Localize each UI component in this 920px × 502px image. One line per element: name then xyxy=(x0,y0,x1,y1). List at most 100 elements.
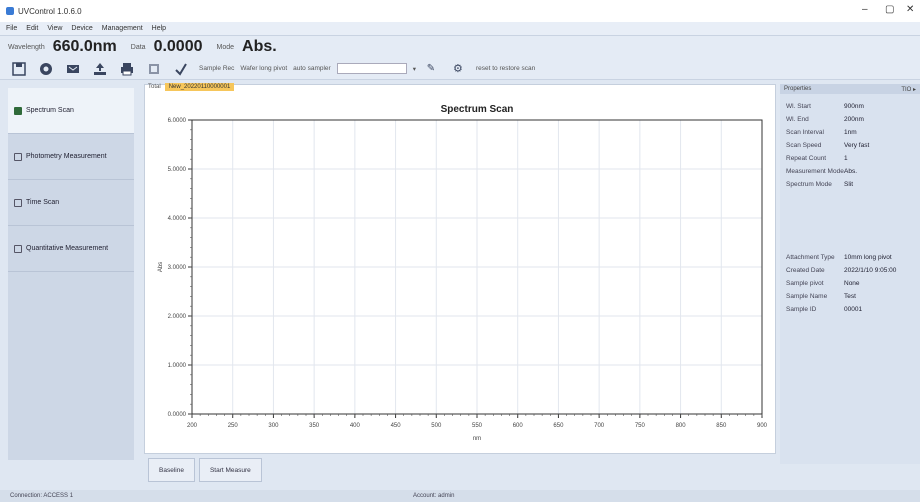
property-row: Sample Name Test xyxy=(780,290,920,303)
spectrum-icon xyxy=(14,106,22,115)
sample-select[interactable] xyxy=(336,63,407,74)
y-tick-label: 4.0000 xyxy=(168,216,187,222)
minimize-icon[interactable]: – xyxy=(862,4,868,15)
property-row: Sample pivot None xyxy=(780,277,920,290)
x-tick-label: 250 xyxy=(228,423,239,429)
sidebar: Spectrum Scan Photometry Measurement Tim… xyxy=(8,88,134,460)
sidebar-item-label: Quantitative Measurement xyxy=(26,245,109,252)
x-tick-label: 500 xyxy=(431,423,442,429)
check-icon[interactable] xyxy=(172,61,190,77)
property-key: Sample pivot xyxy=(786,280,824,287)
x-tick-label: 350 xyxy=(309,423,320,429)
sidebar-item-photometry[interactable]: Photometry Measurement xyxy=(8,134,134,180)
y-tick-label: 0.0000 xyxy=(168,412,187,418)
x-tick-label: 700 xyxy=(594,423,605,429)
gear-icon[interactable]: ⚙ xyxy=(449,61,467,77)
property-row: Spectrum Mode Slit xyxy=(780,178,920,191)
property-key: Scan Interval xyxy=(786,129,824,136)
x-axis-label: nm xyxy=(473,436,481,442)
property-value: Abs. xyxy=(844,168,858,175)
sidebar-item-spectrum-scan[interactable]: Spectrum Scan xyxy=(8,88,134,134)
y-axis-label: Abs xyxy=(158,262,164,272)
property-key: Spectrum Mode xyxy=(786,181,832,188)
start-measure-button[interactable]: Start Measure xyxy=(198,458,262,482)
property-row: Scan Interval 1nm xyxy=(780,126,920,139)
extra-label: Wafer long pivot xyxy=(240,65,288,72)
menu-help[interactable]: Help xyxy=(152,25,166,32)
status-bar: Connection: ACCESS 1 Account: admin xyxy=(0,490,920,502)
property-key: Sample Name xyxy=(786,293,828,300)
menu-device[interactable]: Device xyxy=(71,25,92,32)
property-key: Measurement Mode xyxy=(786,168,844,175)
title-bar: UVControl 1.0.6.0 xyxy=(0,0,920,22)
maximize-icon[interactable]: ▢ xyxy=(885,4,894,15)
upload-icon[interactable] xyxy=(91,61,109,77)
property-value: Slit xyxy=(844,181,854,188)
x-tick-label: 400 xyxy=(350,423,361,429)
x-tick-label: 900 xyxy=(757,423,768,429)
menu-view[interactable]: View xyxy=(47,25,62,32)
property-row: Attachment Type 10mm long pivot xyxy=(780,251,920,264)
properties-list: Wl. Start 900nm Wl. End 200nm Scan Interval 1… xyxy=(780,100,920,191)
sidebar-item-label: Photometry Measurement xyxy=(26,153,107,160)
export-icon[interactable] xyxy=(64,61,82,77)
x-tick-label: 650 xyxy=(553,423,564,429)
property-key: Scan Speed xyxy=(786,142,822,149)
app-icon xyxy=(6,7,14,15)
sample-label: Sample Rec xyxy=(199,65,235,72)
y-tick-label: 3.0000 xyxy=(168,265,187,271)
chart-title: Spectrum Scan xyxy=(441,104,514,115)
data-value: 0.0000 xyxy=(153,38,203,55)
x-tick-label: 300 xyxy=(268,423,279,429)
print-icon[interactable] xyxy=(118,61,136,77)
properties-title: Properties xyxy=(784,86,812,92)
property-value: 1nm xyxy=(844,129,857,136)
record-icon[interactable] xyxy=(37,61,55,77)
action-buttons: Baseline Start Measure xyxy=(148,458,266,482)
sidebar-item-label: Time Scan xyxy=(26,199,60,206)
readout-bar: Wavelength 660.0nm Data 0.0000 Mode Abs. xyxy=(0,36,920,58)
properties-header-right[interactable]: TIO ▸ xyxy=(901,86,916,93)
settings-icon[interactable] xyxy=(145,61,163,77)
dropdown-arrow-icon[interactable]: ▾ xyxy=(413,65,416,73)
close-icon[interactable]: ✕ xyxy=(906,4,914,15)
property-row: Measurement Mode Abs. xyxy=(780,165,920,178)
wavelength-label: Wavelength xyxy=(8,43,45,51)
sidebar-item-quantitative[interactable]: Quantitative Measurement xyxy=(8,226,134,272)
y-tick-label: 6.0000 xyxy=(168,118,187,124)
mode-value: Abs. xyxy=(242,38,277,55)
property-key: Repeat Count xyxy=(786,155,827,162)
time-icon xyxy=(14,198,22,207)
property-row: Scan Speed Very fast xyxy=(780,139,920,152)
chart-area: Spectrum Scan 200 250 300 350 400 450 500 550 600… xyxy=(150,96,770,450)
menu-management[interactable]: Management xyxy=(102,25,143,32)
property-value: 200nm xyxy=(844,116,864,123)
x-tick-label: 750 xyxy=(635,423,646,429)
spectrum-chart: Spectrum Scan 200 250 300 350 400 450 500 550 600… xyxy=(158,104,768,442)
baseline-button[interactable]: Baseline xyxy=(148,458,195,482)
pin-icon[interactable]: ✎ xyxy=(422,61,440,77)
window-title: UVControl 1.0.6.0 xyxy=(18,6,82,16)
toolbar-tail-text: reset to restore scan xyxy=(475,65,536,72)
save-icon[interactable] xyxy=(10,61,28,77)
sidebar-item-label: Spectrum Scan xyxy=(26,107,74,114)
menu-bar: File Edit View Device Management Help xyxy=(0,22,920,36)
auto-sampler-label: auto sampler xyxy=(293,65,331,72)
x-tick-label: 200 xyxy=(187,423,198,429)
property-value: Very fast xyxy=(844,142,870,149)
properties-list-2: Attachment Type 10mm long pivot Created Da… xyxy=(780,251,920,316)
menu-edit[interactable]: Edit xyxy=(26,25,38,32)
quantitative-icon xyxy=(14,244,22,253)
menu-file[interactable]: File xyxy=(6,25,17,32)
status-left: Connection: ACCESS 1 xyxy=(10,493,74,499)
property-key: Created Date xyxy=(786,267,825,274)
tab-active[interactable]: New_20220110000001 xyxy=(164,83,235,91)
property-value: 2022/1/10 9:05:00 xyxy=(844,267,897,274)
sidebar-item-time-scan[interactable]: Time Scan xyxy=(8,180,134,226)
property-key: Sample ID xyxy=(786,306,817,313)
property-key: Wl. End xyxy=(786,116,809,123)
wavelength-value: 660.0nm xyxy=(52,38,117,55)
x-tick-label: 550 xyxy=(472,423,483,429)
property-row: Wl. End 200nm xyxy=(780,113,920,126)
status-center: Account: admin xyxy=(413,493,455,499)
